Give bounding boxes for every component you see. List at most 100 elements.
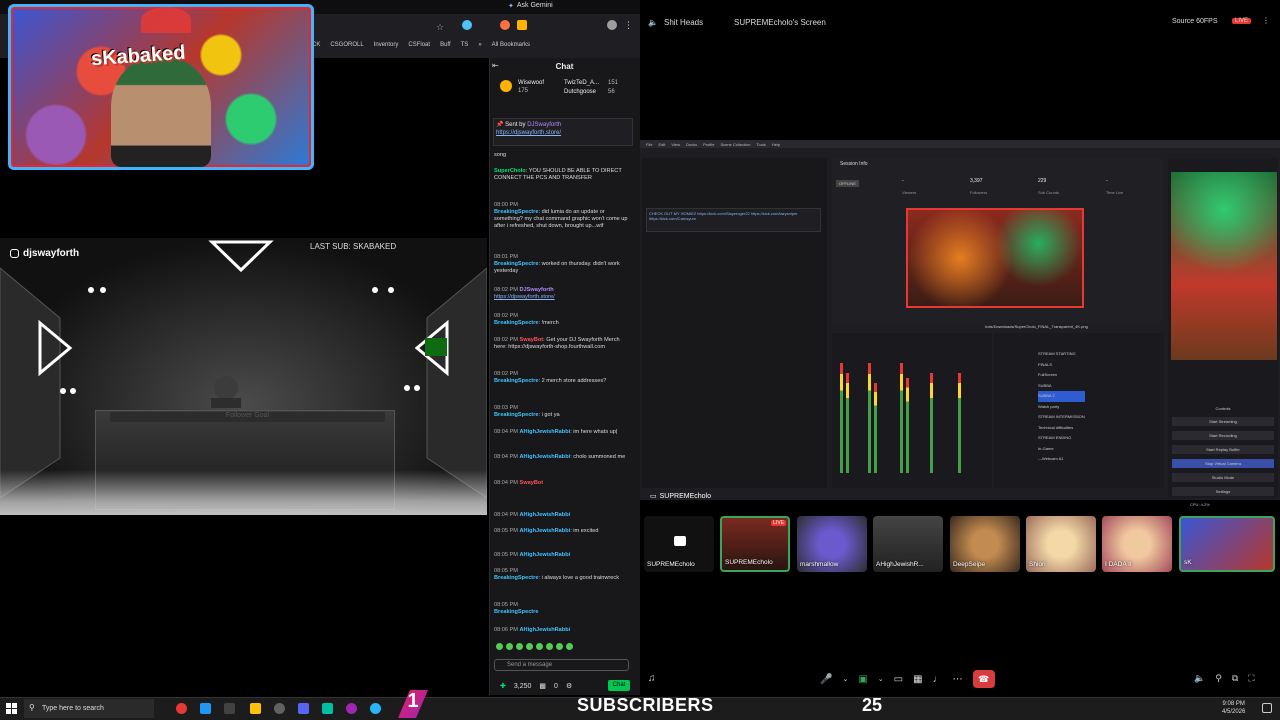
menu-help[interactable]: Help — [772, 142, 780, 147]
star-icon[interactable]: ☆ — [436, 22, 446, 32]
fullscreen-icon[interactable]: ⛶ — [1248, 673, 1254, 684]
app-icon[interactable] — [322, 703, 333, 714]
message-user[interactable]: BreakingSpectre — [494, 320, 538, 326]
scene-item[interactable]: FINALS — [1038, 360, 1085, 371]
stop-virtual-camera-button[interactable]: Stop Virtual Camera — [1172, 459, 1274, 468]
chevron-down-icon[interactable]: ⌄ — [842, 675, 848, 683]
studio-mode-button[interactable]: Studio Mode — [1172, 473, 1274, 482]
extension-icon[interactable] — [517, 20, 527, 30]
menu-file[interactable]: File — [646, 142, 652, 147]
bookmark-buff[interactable]: Buff — [440, 42, 451, 48]
emote-icon[interactable] — [566, 643, 573, 650]
profile-avatar[interactable] — [607, 20, 617, 30]
volume-icon[interactable]: 🔈 — [1194, 673, 1205, 684]
scene-item[interactable]: Technical difficulties — [1038, 423, 1085, 434]
extension-icon[interactable] — [500, 20, 510, 30]
message-user[interactable]: BreakingSpectre — [494, 609, 538, 615]
start-replay-buffer-button[interactable]: Start Replay Buffer — [1172, 445, 1274, 454]
emote-icon[interactable] — [506, 643, 513, 650]
message-user[interactable]: BreakingSpectre — [494, 261, 538, 267]
scene-item[interactable]: Watch party — [1038, 402, 1085, 413]
menu-tools[interactable]: Tools — [756, 142, 765, 147]
bookmark-inventory[interactable]: Inventory — [374, 42, 399, 48]
speaker-icon[interactable]: 🔈 — [648, 18, 658, 27]
emote-icon[interactable] — [546, 643, 553, 650]
message-user[interactable]: BreakingSpectre — [494, 378, 538, 384]
menu-kebab-icon[interactable]: ⋮ — [1262, 16, 1270, 25]
camera-icon[interactable]: ▣ — [858, 674, 867, 685]
emote-icon[interactable] — [556, 643, 563, 650]
scene-item[interactable]: ---Webcam A1 — [1038, 454, 1085, 465]
chrome-icon[interactable] — [176, 703, 187, 714]
message-user[interactable]: DJSwayforth — [520, 287, 554, 293]
participant-tile[interactable]: LIVE SUPREMEcholo — [720, 516, 790, 572]
message-user[interactable]: BreakingSpectre — [494, 575, 538, 581]
menu-kebab-icon[interactable]: ⋮ — [624, 20, 633, 30]
scene-item[interactable]: STREAM ENDING — [1038, 433, 1085, 444]
menu-profile[interactable]: Profile — [703, 142, 714, 147]
obs-icon[interactable] — [274, 703, 285, 714]
bookmark-all[interactable]: All Bookmarks — [492, 42, 530, 48]
menu-view[interactable]: View — [671, 142, 680, 147]
windows-start-icon[interactable] — [6, 703, 17, 714]
taskbar-search-input[interactable]: ⚲ Type here to search — [24, 699, 154, 718]
chat-send-button[interactable]: Chat — [608, 680, 630, 691]
app-icon[interactable] — [224, 703, 235, 714]
message-user[interactable]: SuperCholo — [494, 168, 526, 174]
soundboard-icon[interactable]: ♩ — [933, 674, 943, 685]
participant-tile[interactable]: marshmallow — [797, 516, 867, 572]
menu-docks[interactable]: Docks — [686, 142, 697, 147]
microphone-icon[interactable]: 🎤 — [820, 674, 832, 685]
extension-icon[interactable] — [462, 20, 472, 30]
start-streaming-button[interactable]: Start Streaming — [1172, 417, 1274, 426]
settings-button[interactable]: Settings — [1172, 487, 1274, 496]
scene-item[interactable]: In-Game — [1038, 444, 1085, 455]
notifications-icon[interactable] — [1262, 703, 1272, 713]
participant-tile[interactable]: sK — [1179, 516, 1275, 572]
scene-item[interactable]: STREAM INTERMISSION — [1038, 412, 1085, 423]
activity-icon[interactable]: ♫ — [648, 673, 656, 684]
tab-ask-gemini[interactable]: ✦ Ask Gemini — [508, 0, 568, 11]
telegram-icon[interactable] — [370, 703, 381, 714]
message-user[interactable]: BreakingSpectre — [494, 412, 538, 418]
message-user[interactable]: AHighJewishRabbi — [520, 528, 571, 534]
file-explorer-icon[interactable] — [250, 703, 261, 714]
scene-item[interactable]: SUBBA — [1038, 381, 1085, 392]
chat-message-input[interactable]: Send a message — [494, 659, 629, 671]
bookmark-csfloat[interactable]: CSFloat — [408, 42, 430, 48]
start-recording-button[interactable]: Start Recording — [1172, 431, 1274, 440]
pin-icon[interactable]: ⚲ — [1215, 673, 1222, 684]
message-text[interactable]: https://djswayforth.store/ — [494, 294, 555, 300]
participant-tile[interactable]: AHighJewishR... — [873, 516, 943, 572]
message-user[interactable]: SwayBot — [520, 480, 544, 486]
participant-tile[interactable]: DeepSeipe — [950, 516, 1020, 572]
emote-icon[interactable] — [516, 643, 523, 650]
participant-tile[interactable]: Shiori — [1026, 516, 1096, 572]
app-icon[interactable] — [346, 703, 357, 714]
scene-item[interactable]: SUBBA 2 — [1038, 391, 1085, 402]
chevron-down-icon[interactable]: ⌄ — [878, 675, 884, 683]
participant-tile[interactable]: I DADA II — [1102, 516, 1172, 572]
activities-icon[interactable]: ▦ — [913, 674, 922, 685]
bookmark-csgoroll[interactable]: CSGOROLL — [330, 42, 363, 48]
bookmark-ts[interactable]: TS — [461, 42, 469, 48]
disconnect-button[interactable]: ☎ — [972, 670, 995, 688]
scene-item[interactable]: STREAM STARTING — [1038, 349, 1085, 360]
more-icon[interactable]: ⋯ — [953, 674, 963, 685]
message-user[interactable]: AHighJewishRabbi — [520, 512, 571, 518]
taskbar-clock[interactable]: 9:08 PM 4/5/2026 — [1222, 700, 1245, 716]
screen-share-icon[interactable]: ▭ — [894, 674, 903, 685]
app-icon[interactable] — [200, 703, 211, 714]
scene-item[interactable]: FullScreen — [1038, 370, 1085, 381]
gear-icon[interactable]: ⚙ — [566, 682, 572, 690]
message-user[interactable]: SwayBot — [520, 337, 544, 343]
message-user[interactable]: AHighJewishRabbi — [520, 454, 571, 460]
menu-scene-collection[interactable]: Scene Collection — [720, 142, 750, 147]
discord-icon[interactable] — [298, 703, 309, 714]
pinned-link[interactable]: https://djswayforth.store/ — [496, 130, 630, 136]
chevron-right-icon[interactable]: » — [478, 42, 481, 48]
popout-icon[interactable]: ⧉ — [1232, 673, 1238, 684]
message-user[interactable]: BreakingSpectre — [494, 209, 538, 215]
obs-preview-canvas[interactable] — [906, 208, 1084, 308]
message-user[interactable]: AHighJewishRabbi — [520, 429, 571, 435]
